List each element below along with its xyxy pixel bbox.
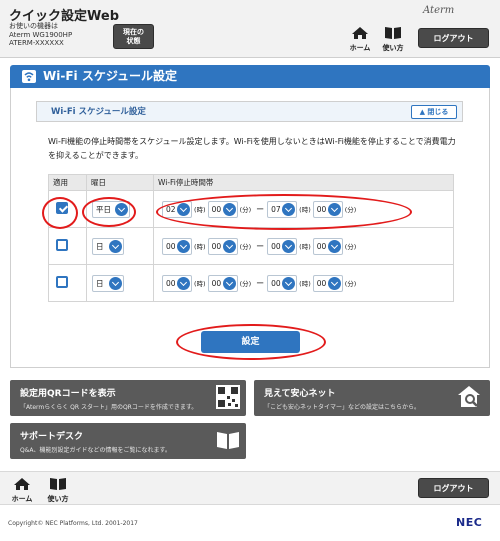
apply-checkbox[interactable] [56,275,68,288]
day-select[interactable]: 平日 [92,200,130,218]
page-title: Wi-Fi スケジュール設定 [43,69,177,83]
chevron-up-icon: ▲ [419,108,425,116]
copyright-text: Copyright© NEC Platforms, Ltd. 2001-2017 [8,520,138,527]
device-label: お使いの機器は [9,22,58,30]
table-row: 日 00 (時) 00 (分) ー 00 (時) 00 (分) [48,227,454,265]
chevron-down-icon [327,239,341,253]
chevron-down-icon [282,239,296,253]
description-text: Wi-Fi機能の停止時間帯をスケジュール設定します。Wi-Fiを使用しないときは… [48,137,456,160]
chevron-down-icon [177,202,190,216]
end-hour-select[interactable]: 00 [267,274,298,292]
chevron-down-icon [282,276,296,290]
table-row: 日 00 (時) 00 (分) ー 00 (時) 00 (分) [48,264,454,302]
chevron-down-icon [282,202,296,216]
close-section-button[interactable]: ▲ 閉じる [411,105,457,119]
logout-button[interactable]: ログアウト [418,28,489,48]
start-hour-select[interactable]: 00 [162,274,192,292]
set-button[interactable]: 設定 [201,331,300,353]
chevron-down-icon [327,202,341,216]
header-time-range: Wi-Fi停止時間帯 [153,174,454,191]
qr-code-icon [216,385,240,409]
day-select[interactable]: 日 [92,274,124,292]
support-desk-card[interactable]: サポートデスク Q&A、機能別設定ガイドなどの情報をご覧になれます。 [10,423,246,459]
table-header-row: 適用 曜日 Wi-Fi停止時間帯 [48,174,454,191]
chevron-down-icon [115,202,128,216]
device-name: ATERM-XXXXXX [9,39,64,47]
home-button[interactable]: ホーム [347,26,373,53]
usage-button[interactable]: 使い方 [379,26,407,53]
start-hour-select[interactable]: 00 [162,237,192,255]
aterm-logo: Aterm [423,5,455,16]
chevron-down-icon [222,239,236,253]
table-row: 平日 02 (時) 00 (分) ー 07 (時) 00 (分) [48,190,454,228]
footer-bar: ホーム 使い方 ログアウト [0,471,500,505]
home-icon [14,478,30,490]
chevron-down-icon [222,202,236,216]
end-hour-select[interactable]: 00 [267,237,298,255]
chevron-down-icon [109,239,122,253]
home-icon [352,27,368,39]
current-status-button[interactable]: 現在の 状態 [113,24,154,49]
header: クイック設定Web お使いの機器は Aterm WG1900HP ATERM-X… [0,0,500,58]
header-day: 曜日 [86,174,154,191]
chevron-down-icon [327,276,341,290]
apply-checkbox[interactable] [56,238,68,251]
chevron-down-icon [222,276,236,290]
apply-checkbox[interactable] [56,201,68,214]
start-minute-select[interactable]: 00 [207,200,238,218]
book-icon [385,27,401,39]
device-model: Aterm WG1900HP [9,30,73,39]
day-select[interactable]: 日 [92,237,124,255]
page-title-bar: Wi-Fi スケジュール設定 [10,65,490,88]
chevron-down-icon [177,276,190,290]
chevron-down-icon [109,276,122,290]
nec-logo: NEC [456,516,483,529]
device-info: お使いの機器は Aterm WG1900HP ATERM-XXXXXX [9,22,72,48]
qr-code-card[interactable]: 設定用QRコードを表示 「Atermらくらく QR スタート」用のQRコードを作… [10,380,246,416]
chevron-down-icon [177,239,190,253]
schedule-table: 適用 曜日 Wi-Fi停止時間帯 平日 02 (時) 00 (分) ー 07 (時) 00 (分… [48,174,454,302]
start-hour-select[interactable]: 02 [162,200,192,218]
footer-usage-button[interactable]: 使い方 [44,477,72,504]
end-minute-select[interactable]: 00 [312,274,343,292]
wifi-icon [22,70,36,83]
section-title: Wi-Fi スケジュール設定 [51,107,146,117]
book-icon [50,478,66,490]
end-hour-select[interactable]: 07 [267,200,298,218]
header-apply: 適用 [48,174,87,191]
end-minute-select[interactable]: 00 [312,237,343,255]
start-minute-select[interactable]: 00 [207,274,238,292]
book-icon [217,432,239,449]
section-header: Wi-Fi スケジュール設定 ▲ 閉じる [36,101,463,122]
safe-net-card[interactable]: 見えて安心ネット 「こども安心ネットタイマー」などの設定はこちらから。 [254,380,490,416]
house-search-icon [458,386,480,407]
footer-logout-button[interactable]: ログアウト [418,478,489,498]
end-minute-select[interactable]: 00 [312,200,343,218]
footer-home-button[interactable]: ホーム [9,477,35,504]
start-minute-select[interactable]: 00 [207,237,238,255]
